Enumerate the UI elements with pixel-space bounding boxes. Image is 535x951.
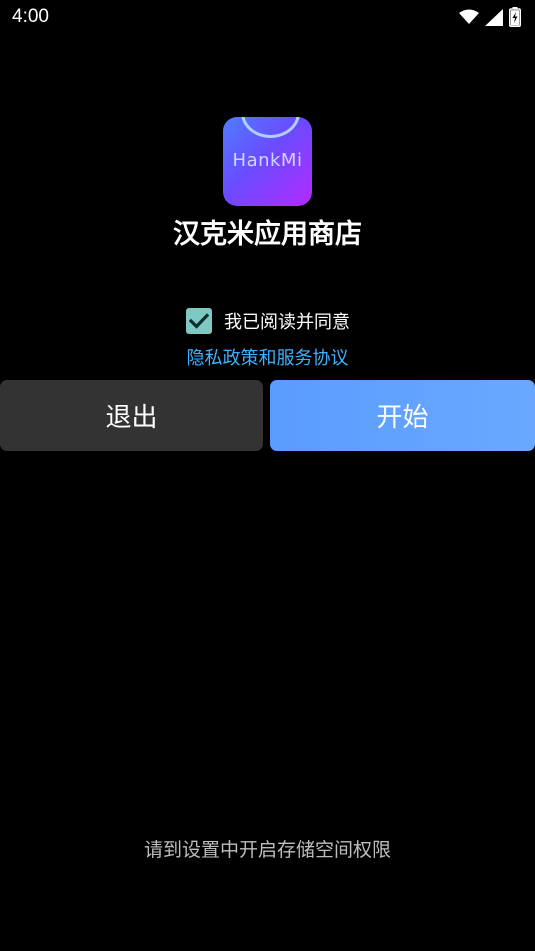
- storage-permission-hint: 请到设置中开启存储空间权限: [143, 839, 391, 861]
- checkmark-icon: [189, 312, 209, 329]
- agreement-row[interactable]: 我已阅读并同意: [186, 307, 350, 334]
- wifi-icon: [459, 9, 479, 25]
- agree-label: 我已阅读并同意: [224, 311, 350, 333]
- exit-button[interactable]: 退出: [0, 380, 263, 451]
- privacy-policy-link[interactable]: 隐私政策和服务协议: [0, 344, 535, 370]
- app-title: 汉克米应用商店: [173, 219, 362, 250]
- logo-text: HankMi: [232, 150, 303, 171]
- status-time: 4:00: [12, 6, 49, 27]
- cellular-signal-icon: [485, 8, 503, 26]
- agree-checkbox[interactable]: [186, 307, 212, 334]
- status-bar: 4:00: [0, 0, 535, 36]
- logo-arc: [241, 117, 300, 138]
- status-icons: [459, 6, 521, 28]
- battery-charging-icon: [509, 7, 521, 27]
- app-logo-icon: HankMi: [223, 117, 312, 206]
- start-button[interactable]: 开始: [270, 380, 535, 451]
